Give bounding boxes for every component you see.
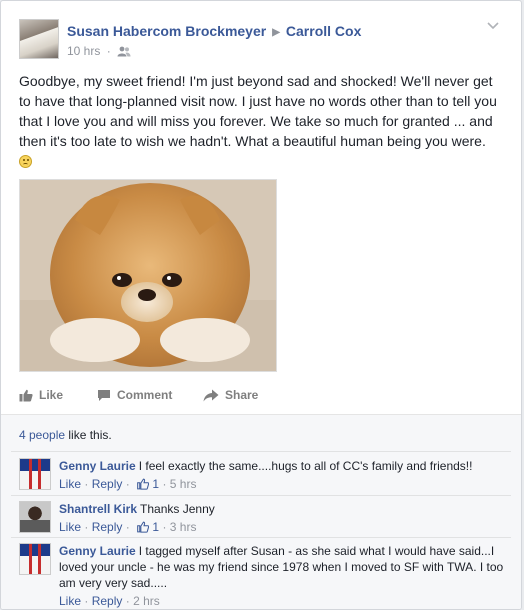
divider bbox=[11, 451, 511, 452]
post-meta: 10 hrs · bbox=[67, 44, 131, 60]
likes-summary: 4 people like this. bbox=[19, 428, 112, 442]
post-text: Goodbye, my sweet friend! I'm just beyon… bbox=[19, 73, 497, 149]
comment-likes-count[interactable]: 1 bbox=[152, 477, 159, 491]
comment-author-link[interactable]: Genny Laurie bbox=[59, 544, 136, 558]
like-button[interactable]: Like bbox=[19, 388, 63, 402]
commenter-avatar[interactable] bbox=[19, 501, 51, 533]
meta-separator: · bbox=[84, 594, 89, 608]
comment-like-link[interactable]: Like bbox=[59, 477, 81, 491]
meta-separator: · bbox=[125, 520, 130, 534]
author-avatar[interactable] bbox=[19, 19, 59, 59]
comment-likes-count[interactable]: 1 bbox=[152, 520, 159, 534]
meta-separator: · bbox=[84, 520, 89, 534]
sad-face-emoji-icon bbox=[19, 155, 32, 168]
thumbs-up-icon bbox=[19, 389, 33, 402]
comment-reply-link[interactable]: Reply bbox=[92, 594, 123, 608]
comment-text: I feel exactly the same....hugs to all o… bbox=[138, 459, 473, 473]
comment-text: Thanks Jenny bbox=[140, 502, 215, 516]
friends-audience-icon[interactable] bbox=[117, 46, 131, 60]
comment-timestamp[interactable]: 3 hrs bbox=[170, 520, 197, 534]
comment-author-link[interactable]: Shantrell Kirk bbox=[59, 502, 137, 516]
like-button-label: Like bbox=[39, 388, 64, 402]
commenter-avatar[interactable] bbox=[19, 543, 51, 575]
post-author-line: Susan Habercom Brockmeyer ▶ Carroll Cox bbox=[67, 23, 361, 39]
comment-body: Genny Laurie I tagged myself after Susan … bbox=[59, 543, 507, 609]
comment-like-link[interactable]: Like bbox=[59, 594, 81, 608]
comment-body: Genny Laurie I feel exactly the same....h… bbox=[59, 458, 507, 494]
comment-meta: Like · Reply · 1 · 5 hrs bbox=[59, 476, 507, 494]
post-options-chevron-icon[interactable] bbox=[487, 19, 499, 33]
share-button[interactable]: Share bbox=[203, 388, 258, 402]
meta-separator: · bbox=[125, 477, 130, 491]
target-name-link[interactable]: Carroll Cox bbox=[286, 23, 361, 39]
post-actions: Like Comment Share bbox=[19, 388, 507, 410]
post-card: Susan Habercom Brockmeyer ▶ Carroll Cox 10… bbox=[0, 0, 522, 610]
arrow-right-icon: ▶ bbox=[272, 27, 280, 38]
comment-meta: Like · Reply · 2 hrs bbox=[59, 593, 507, 609]
author-name-link[interactable]: Susan Habercom Brockmeyer bbox=[67, 23, 266, 39]
commenter-avatar[interactable] bbox=[19, 458, 51, 490]
comment-button[interactable]: Comment bbox=[97, 388, 172, 402]
likes-count-link[interactable]: 4 people bbox=[19, 428, 65, 442]
comment-button-label: Comment bbox=[117, 388, 173, 402]
post-message: Goodbye, my sweet friend! I'm just beyon… bbox=[19, 71, 505, 171]
meta-separator: · bbox=[162, 477, 167, 491]
divider bbox=[11, 495, 511, 496]
comment-body: Shantrell Kirk Thanks Jenny Like · Reply … bbox=[59, 501, 507, 537]
meta-separator: · bbox=[162, 520, 167, 534]
divider bbox=[11, 537, 511, 538]
share-button-label: Share bbox=[225, 388, 259, 402]
thumbs-up-icon[interactable] bbox=[137, 478, 150, 494]
comment-reply-link[interactable]: Reply bbox=[92, 477, 123, 491]
meta-separator: · bbox=[125, 594, 130, 608]
share-arrow-icon bbox=[203, 389, 219, 402]
meta-separator: · bbox=[84, 477, 89, 491]
meta-separator: · bbox=[106, 44, 111, 58]
feedback-section: 4 people like this. Genny Laurie I feel e… bbox=[1, 414, 521, 609]
post-timestamp[interactable]: 10 hrs bbox=[67, 44, 100, 58]
post-photo-pomeranian[interactable] bbox=[19, 179, 277, 372]
likes-suffix: like this. bbox=[65, 428, 112, 442]
comment-bubble-icon bbox=[97, 389, 111, 402]
comment-timestamp[interactable]: 2 hrs bbox=[133, 594, 160, 608]
comment-reply-link[interactable]: Reply bbox=[92, 520, 123, 534]
thumbs-up-icon[interactable] bbox=[137, 521, 150, 537]
comment-meta: Like · Reply · 1 · 3 hrs bbox=[59, 519, 507, 537]
post-header: Susan Habercom Brockmeyer ▶ Carroll Cox 10… bbox=[19, 19, 507, 61]
comment-author-link[interactable]: Genny Laurie bbox=[59, 459, 136, 473]
comment-like-link[interactable]: Like bbox=[59, 520, 81, 534]
comment-timestamp[interactable]: 5 hrs bbox=[170, 477, 197, 491]
